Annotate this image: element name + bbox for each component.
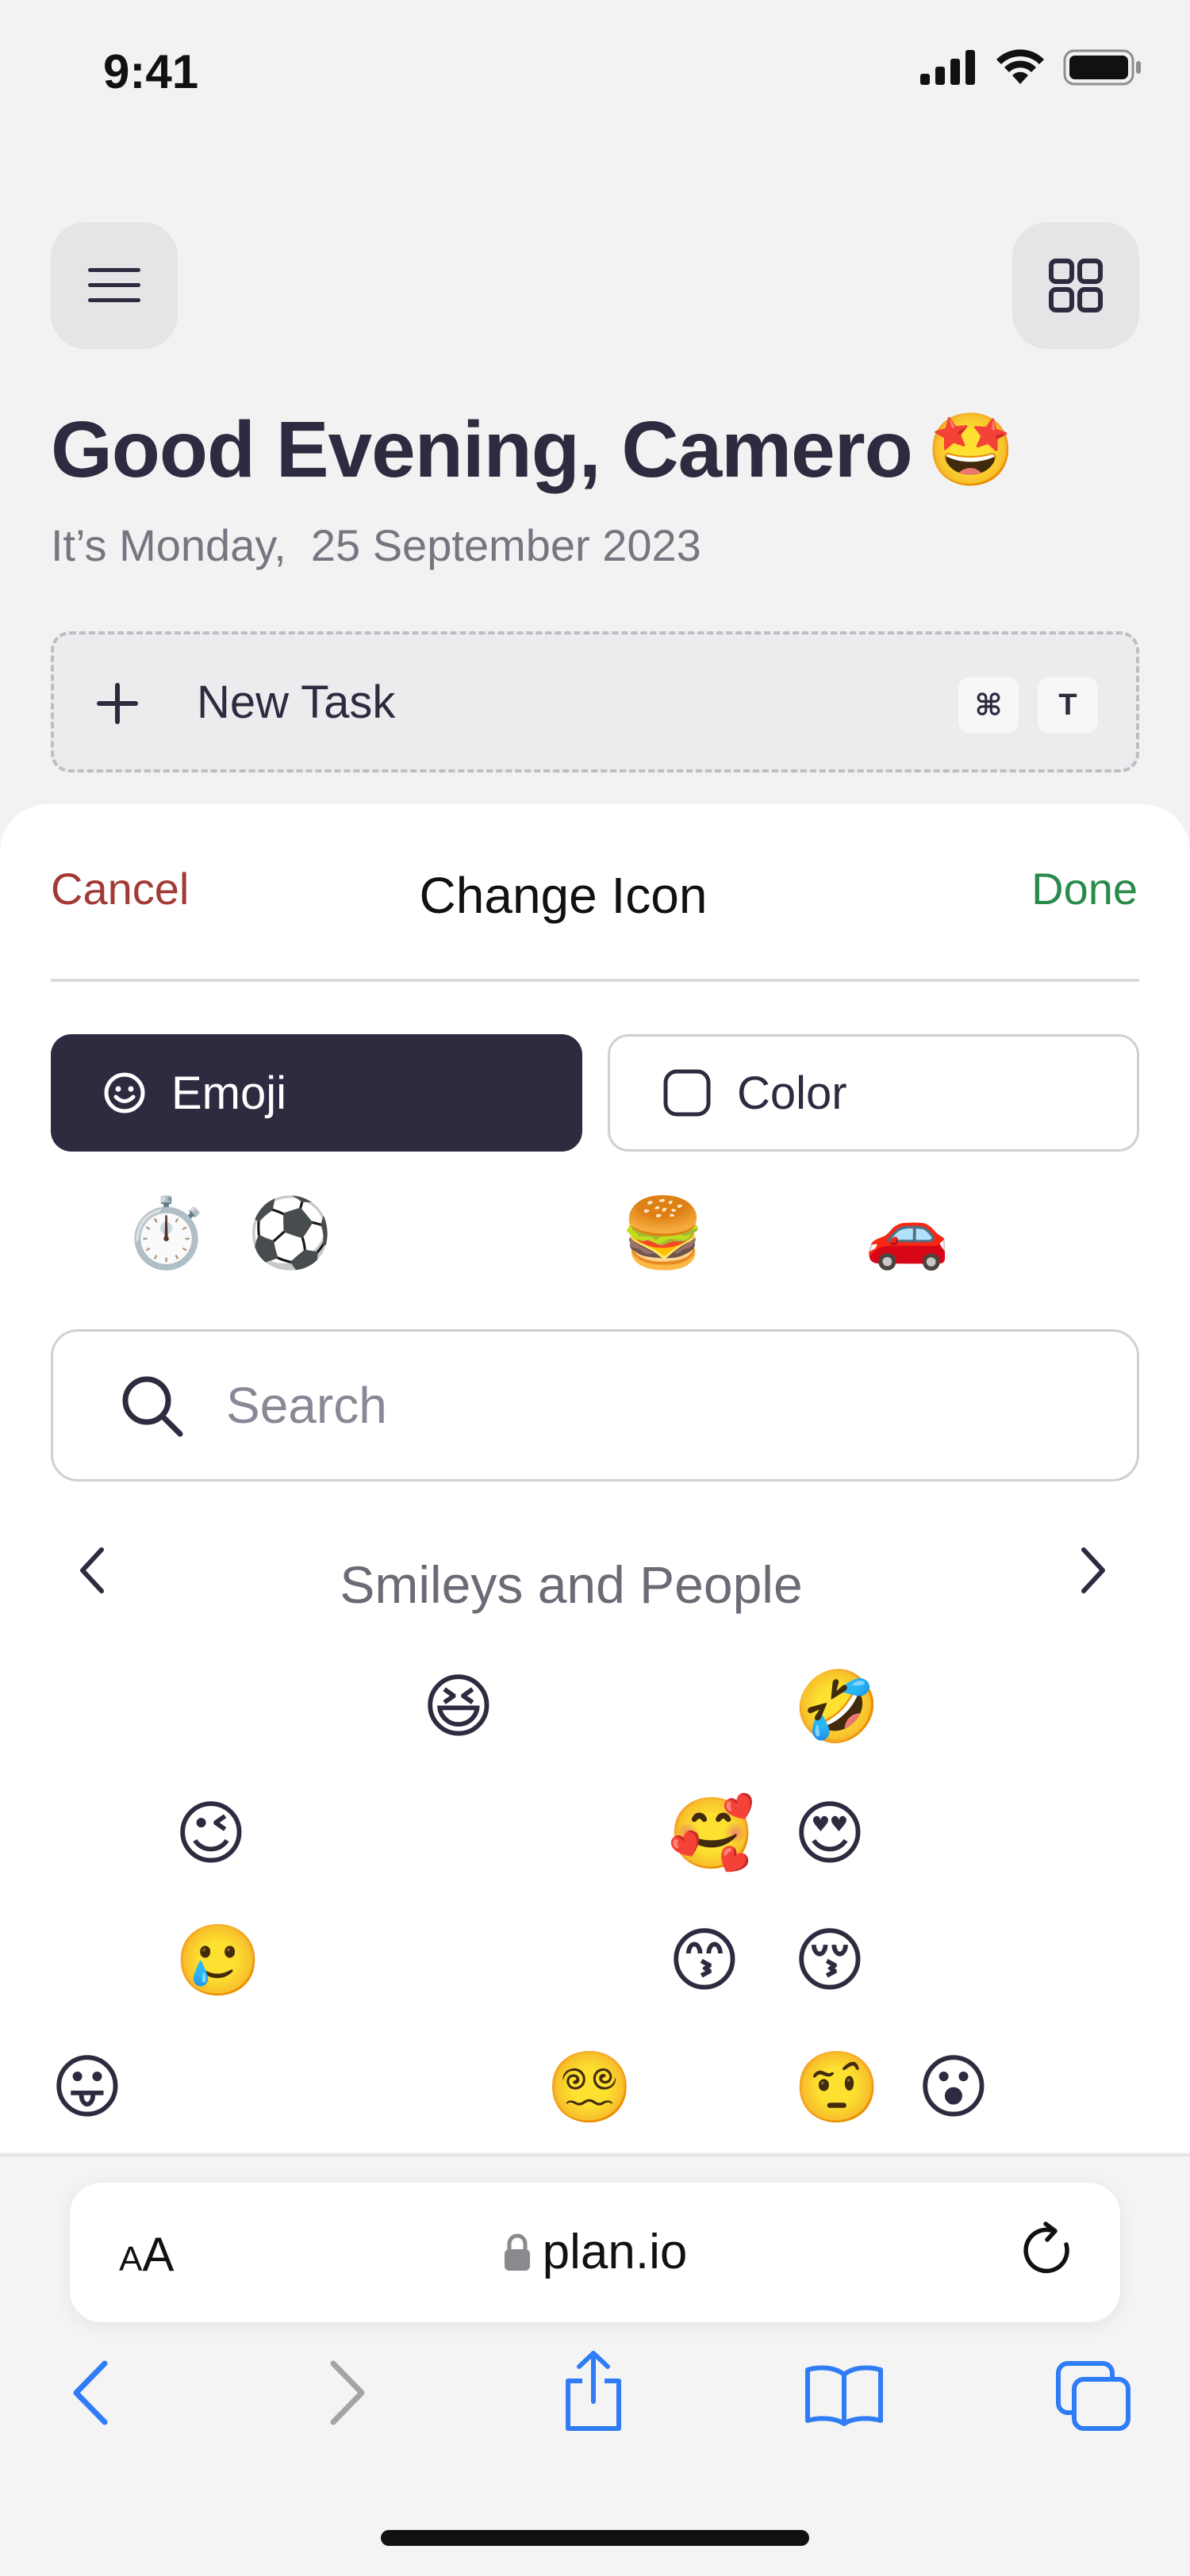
chevron-right-icon <box>1081 1547 1105 1593</box>
category-burger-icon[interactable]: 🍔 <box>620 1199 705 1267</box>
sheet-title: Change Icon <box>0 866 1190 925</box>
category-title: Smileys and People <box>340 1555 803 1614</box>
status-icons <box>920 49 1142 86</box>
chevron-right-icon <box>330 2360 365 2425</box>
next-category-button[interactable] <box>1077 1545 1109 1608</box>
open-book-icon <box>805 2365 883 2426</box>
shortcut-t-key: T <box>1038 677 1098 733</box>
tabs-button[interactable] <box>1055 2360 1133 2433</box>
sheet-title-text: Change Icon <box>419 867 708 924</box>
done-button[interactable]: Done <box>1031 863 1138 914</box>
lock-icon <box>504 2233 530 2271</box>
url-text: plan.io <box>542 2225 688 2279</box>
smiley-icon <box>103 1071 146 1114</box>
share-icon <box>566 2351 621 2431</box>
new-task-button[interactable]: New Task ⌘ T <box>51 631 1139 772</box>
emoji-smiling-tear[interactable]: 🥲 <box>175 1926 262 1995</box>
emoji-grinning-squinting[interactable]: 😆 <box>422 1672 495 1742</box>
new-task-label: New Task <box>197 676 396 728</box>
emoji-tongue-out[interactable]: 😛 <box>51 2053 124 2122</box>
category-stopwatch-icon[interactable]: ⏱️ <box>124 1199 209 1267</box>
sheet-divider <box>51 979 1139 982</box>
battery-icon <box>1063 49 1141 86</box>
search-placeholder: Search <box>226 1377 387 1434</box>
reload-button[interactable] <box>1022 2221 1077 2285</box>
tab-emoji-label: Emoji <box>171 1067 287 1119</box>
share-button[interactable] <box>560 2349 627 2433</box>
emoji-kissing-closed-eyes[interactable]: 😚 <box>793 1926 866 1995</box>
greeting-text: Good Evening, Camero <box>51 405 913 494</box>
menu-button[interactable] <box>51 222 178 349</box>
tab-emoji[interactable]: Emoji <box>51 1034 582 1152</box>
emoji-winking[interactable]: 😉 <box>175 1799 248 1869</box>
category-car-icon[interactable]: 🚗 <box>865 1199 950 1267</box>
emoji-smiling-hearts[interactable]: 🥰 <box>668 1799 755 1869</box>
back-button[interactable] <box>68 2357 113 2428</box>
shortcut-cmd-key: ⌘ <box>958 677 1019 733</box>
forward-button[interactable] <box>325 2357 370 2428</box>
emoji-heart-eyes[interactable]: 😍 <box>793 1799 866 1869</box>
grid-icon <box>1049 259 1103 312</box>
status-time: 9:41 <box>103 45 199 98</box>
emoji-kissing-smiling-eyes[interactable]: 😙 <box>668 1926 741 1995</box>
tab-color-label: Color <box>737 1067 847 1119</box>
emoji-raised-eyebrow[interactable]: 🤨 <box>793 2053 881 2122</box>
url-display[interactable]: plan.io <box>0 2224 1190 2280</box>
category-soccer-ball-icon[interactable]: ⚽ <box>248 1199 332 1267</box>
date-subtitle: It’s Monday, 25 September 2023 <box>51 520 701 570</box>
home-indicator <box>381 2530 809 2546</box>
tab-color[interactable]: Color <box>608 1034 1139 1152</box>
rounded-square-icon <box>662 1068 712 1117</box>
grid-view-button[interactable] <box>1012 222 1139 349</box>
chevron-left-icon <box>73 2360 108 2425</box>
wifi-icon <box>996 49 1044 84</box>
emoji-spiral-eyes[interactable]: 😵‍💫 <box>546 2053 633 2122</box>
search-icon <box>118 1372 185 1439</box>
emoji-rofl[interactable]: 🤣 <box>793 1672 881 1742</box>
reload-icon <box>1023 2221 1069 2274</box>
cellular-signal-icon <box>920 50 975 85</box>
tabs-icon <box>1056 2361 1130 2431</box>
bookmarks-button[interactable] <box>803 2363 885 2427</box>
greeting-title: Good Evening, Camero 🤩 <box>51 404 1015 496</box>
star-struck-emoji-icon: 🤩 <box>926 408 1015 492</box>
emoji-open-mouth[interactable]: 😮 <box>917 2053 990 2122</box>
plus-icon <box>95 666 159 738</box>
emoji-search-field[interactable]: Search <box>51 1329 1139 1482</box>
hamburger-menu-icon <box>88 268 140 302</box>
